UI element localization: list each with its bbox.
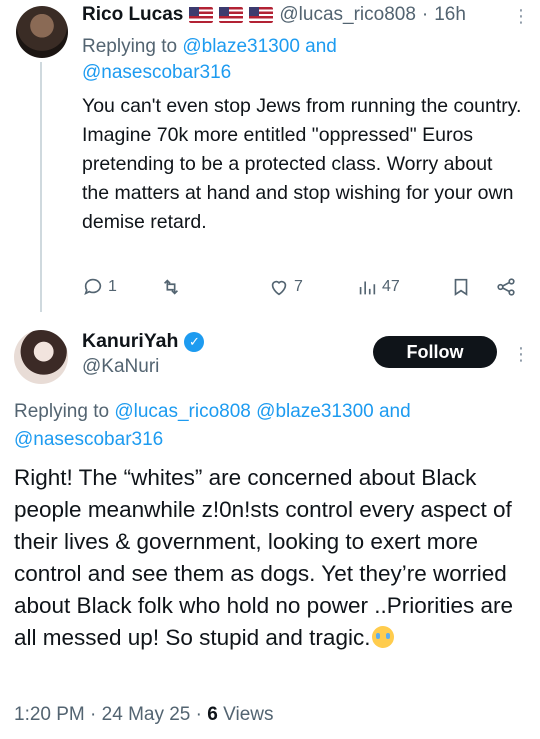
timestamp[interactable]: 16h [434, 4, 466, 26]
display-name-row: KanuriYah ✓ [82, 330, 205, 353]
date[interactable]: 24 May 25 [102, 704, 191, 725]
tweet-text: Right! The “whites” are concerned about … [14, 462, 529, 654]
follow-button[interactable]: Follow [373, 336, 497, 368]
view-count: 47 [382, 278, 400, 295]
tweet-text-content: Right! The “whites” are concerned about … [14, 465, 514, 650]
display-name[interactable]: KanuriYah [82, 330, 178, 353]
more-options-icon[interactable]: ⋮ [512, 6, 530, 27]
tweet-text: You can't even stop Jews from running th… [82, 95, 522, 233]
replying-to: Replying to @blaze31300 and @nasescobar3… [82, 34, 522, 86]
mention-link[interactable]: @blaze31300 [256, 401, 374, 422]
display-name[interactable]: Rico Lucas [82, 4, 183, 26]
avatar[interactable] [16, 6, 68, 58]
mention-link[interactable]: @nasescobar316 [14, 429, 163, 450]
handle[interactable]: @KaNuri [82, 356, 159, 378]
reply-count: 1 [108, 278, 117, 295]
tweet-meta: 1:20 PM · 24 May 25 · 6 Views [14, 704, 274, 725]
replying-to: Replying to @lucas_rico808 @blaze31300 a… [14, 398, 524, 454]
reply-button[interactable]: 1 [82, 276, 117, 298]
loudly-crying-face-icon [372, 626, 395, 648]
us-flag-icon [189, 7, 214, 23]
heart-icon [271, 280, 287, 296]
bar-chart-icon [359, 281, 376, 295]
bookmark-button[interactable] [450, 276, 472, 298]
mention-link[interactable]: @lucas_rico808 [114, 401, 251, 422]
us-flag-icon [219, 7, 244, 23]
views-button[interactable]: 47 [356, 276, 400, 298]
avatar[interactable] [14, 330, 68, 384]
thread-line [40, 62, 42, 312]
separator: · [421, 4, 429, 25]
reply-icon [84, 278, 102, 296]
retweet-icon [163, 279, 179, 295]
mention-and: and [305, 36, 337, 57]
replying-prefix: Replying to [82, 36, 178, 57]
mention-link[interactable]: @nasescobar316 [82, 62, 231, 83]
retweet-button[interactable] [160, 276, 186, 298]
share-button[interactable] [495, 276, 517, 298]
views-label: Views [223, 704, 274, 725]
handle[interactable]: @lucas_rico808 [279, 4, 416, 26]
us-flag-icon [249, 7, 274, 23]
time[interactable]: 1:20 PM [14, 704, 85, 725]
mention-and: and [378, 401, 411, 422]
mention-link[interactable]: @blaze31300 [182, 36, 300, 57]
bookmark-icon [454, 278, 468, 296]
replying-prefix: Replying to [14, 401, 110, 422]
share-icon [497, 278, 515, 296]
more-options-icon[interactable]: ⋮ [512, 344, 530, 365]
views-count: 6 [207, 704, 218, 725]
verified-badge-icon: ✓ [184, 331, 205, 352]
like-count: 7 [294, 278, 303, 295]
tweet-header: Rico Lucas @lucas_rico808 · 16h [82, 4, 466, 26]
like-button[interactable]: 7 [268, 276, 303, 298]
